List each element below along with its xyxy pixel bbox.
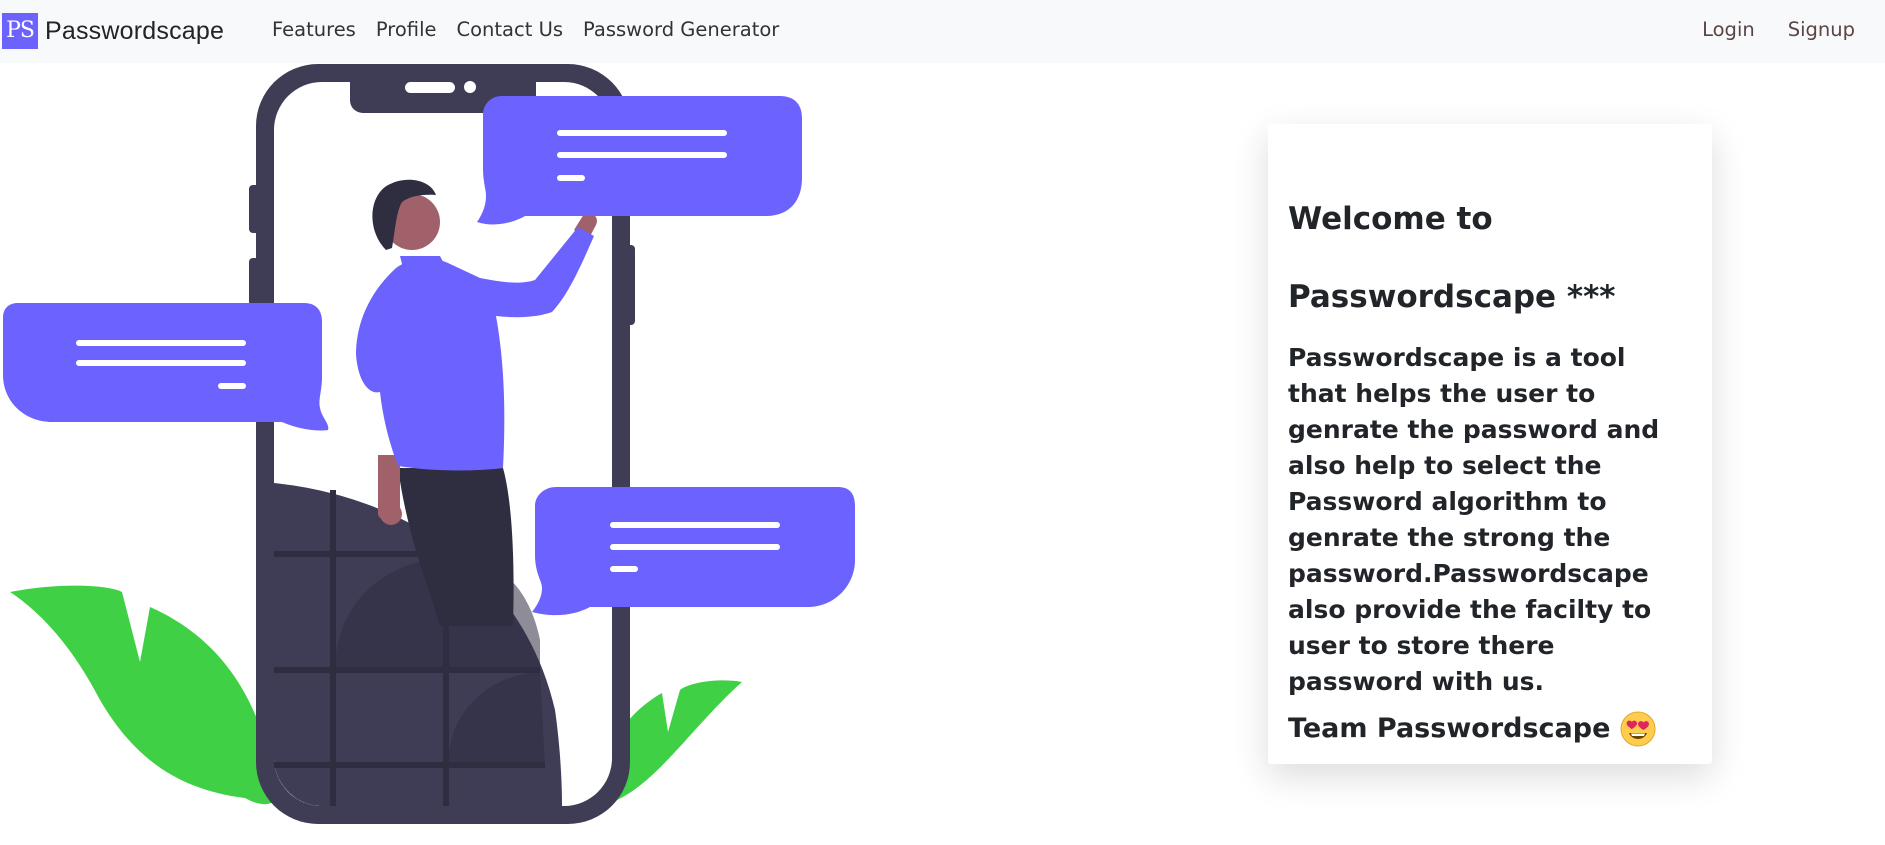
welcome-card: Welcome to Passwordscape *** Passwordsca… — [1268, 124, 1712, 764]
nav-link-profile[interactable]: Profile — [376, 18, 437, 41]
speech-bubble-top — [477, 96, 802, 225]
smiling-face-with-heart-eyes-icon — [1620, 711, 1656, 747]
nav-link-password-generator[interactable]: Password Generator — [583, 18, 779, 41]
speech-bubble-left — [3, 303, 329, 431]
nav-link-features[interactable]: Features — [272, 18, 356, 41]
hero-illustration — [3, 64, 855, 824]
main-nav: Features Profile Contact Us Password Gen… — [272, 0, 799, 58]
brand-link[interactable]: PS Passwordscape — [2, 13, 224, 49]
nav-link-contact-us[interactable]: Contact Us — [457, 18, 564, 41]
left-leaf-shape — [10, 585, 277, 805]
welcome-description: Passwordscape is a tool that helps the u… — [1288, 343, 1660, 696]
team-signoff: Team Passwordscape — [1288, 709, 1692, 749]
signup-link[interactable]: Signup — [1788, 18, 1855, 41]
top-navbar: PS Passwordscape Features Profile Contac… — [0, 0, 1885, 63]
brand-logo-text: PS — [6, 18, 35, 43]
brand-name: Passwordscape — [45, 16, 225, 45]
welcome-title-line2: Passwordscape *** — [1288, 279, 1616, 315]
phone-camera-shape — [464, 81, 476, 93]
phone-speaker-shape — [405, 82, 455, 93]
auth-nav: Login Signup — [1669, 0, 1855, 58]
speech-bubble-bottom — [532, 487, 855, 616]
team-signoff-text: Team Passwordscape — [1288, 713, 1611, 744]
welcome-title-line1: Welcome to — [1288, 201, 1493, 237]
brand-logo: PS — [2, 13, 38, 49]
login-link[interactable]: Login — [1702, 18, 1755, 41]
